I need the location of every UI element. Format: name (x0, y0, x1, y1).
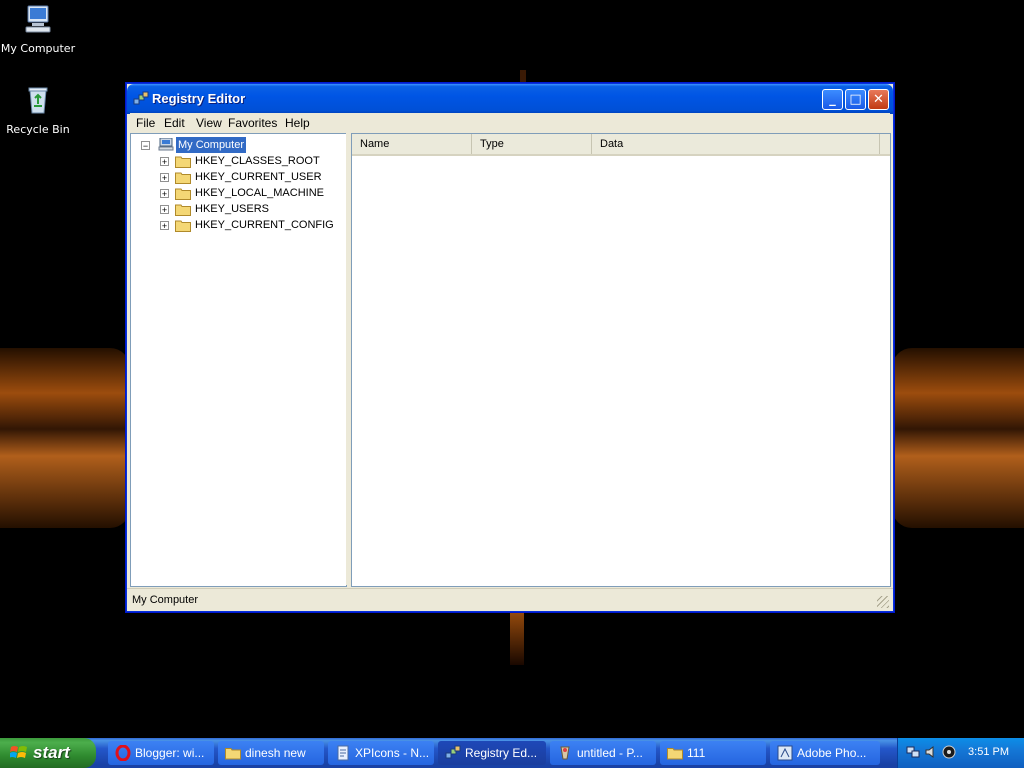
windows-logo-icon (10, 746, 27, 758)
recycle-bin-icon (28, 87, 48, 114)
computer-icon (158, 138, 174, 151)
pane-splitter[interactable] (346, 133, 350, 585)
regedit-icon (133, 91, 149, 105)
wallpaper-glow-left (0, 348, 130, 528)
folder-icon (667, 748, 683, 760)
collapse-toggle[interactable]: − (141, 141, 150, 151)
tree-label-root: My Computer (174, 136, 248, 154)
window-title: Registry Editor (152, 91, 246, 106)
status-text: My Computer (132, 594, 199, 606)
task-label: dinesh new (245, 746, 306, 760)
expand-toggle[interactable]: + (160, 173, 169, 183)
task-111[interactable]: 111 (660, 741, 766, 765)
expand-toggle[interactable]: + (160, 205, 169, 215)
expand-toggle[interactable]: + (160, 157, 169, 167)
folder-icon (175, 172, 191, 184)
volume-icon[interactable] (924, 745, 938, 759)
task-untitled-paint[interactable]: untitled - P... (550, 741, 656, 765)
system-tray: 3:51 PM (897, 738, 1024, 768)
close-button[interactable]: ✕ (868, 89, 889, 110)
expand-toggle[interactable]: + (160, 189, 169, 199)
tree-item-hkey-classes-root[interactable]: + HKEY_CLASSES_ROOT (131, 153, 344, 169)
taskbar: start Blogger: wi... dinesh new XPIcons … (0, 738, 1024, 768)
task-adobe-photoshop[interactable]: Adobe Pho... (770, 741, 880, 765)
registry-editor-window: Registry Editor _ □ ✕ File Edit View Fav… (126, 83, 894, 612)
tree-item-hkey-local-machine[interactable]: + HKEY_LOCAL_MACHINE (131, 185, 344, 201)
regedit-icon (445, 745, 461, 759)
task-dinesh-new[interactable]: dinesh new (218, 741, 324, 765)
column-header-name[interactable]: Name (352, 134, 472, 154)
start-button[interactable]: start (0, 738, 96, 768)
tree-label: HKEY_CURRENT_CONFIG (195, 219, 334, 231)
folder-icon (175, 188, 191, 200)
tree-item-my-computer[interactable]: − My Computer (131, 136, 344, 154)
folder-icon (175, 220, 191, 232)
desktop-icon-label: My Computer (0, 42, 76, 55)
task-xpicons[interactable]: XPIcons - N... (328, 741, 434, 765)
tree-label: HKEY_USERS (195, 203, 269, 215)
menu-edit[interactable]: Edit (164, 116, 185, 130)
desktop-icon-recycle-bin[interactable]: Recycle Bin (0, 84, 76, 136)
expand-toggle[interactable]: + (160, 221, 169, 231)
notepad-icon (337, 745, 349, 761)
tree-item-hkey-users[interactable]: + HKEY_USERS (131, 201, 344, 217)
media-player-icon[interactable] (942, 745, 956, 759)
task-label: Registry Ed... (465, 746, 538, 760)
folder-icon (175, 204, 191, 216)
wallpaper-glow-right (892, 348, 1024, 528)
folder-icon (225, 748, 241, 760)
wallpaper-glow-bottom (510, 610, 524, 665)
column-header-data[interactable]: Data (592, 134, 880, 154)
start-label: start (33, 743, 70, 762)
task-registry-editor[interactable]: Registry Ed... (438, 741, 546, 765)
photoshop-icon (777, 745, 793, 761)
maximize-button[interactable]: □ (845, 89, 866, 110)
desktop-icon-label: Recycle Bin (6, 123, 70, 136)
tree-label: HKEY_CLASSES_ROOT (195, 155, 320, 167)
menu-file[interactable]: File (136, 116, 155, 130)
task-label: Adobe Pho... (797, 746, 867, 760)
menu-favorites[interactable]: Favorites (228, 116, 277, 130)
menu-view[interactable]: View (196, 116, 222, 130)
resize-grip[interactable] (877, 596, 889, 608)
clock[interactable]: 3:51 PM (968, 746, 1009, 758)
list-header: Name Type Data (352, 134, 890, 156)
tree-item-hkey-current-user[interactable]: + HKEY_CURRENT_USER (131, 169, 344, 185)
desktop-icon-my-computer[interactable]: My Computer (0, 3, 76, 55)
values-list[interactable]: Name Type Data (351, 133, 891, 587)
task-label: untitled - P... (577, 746, 643, 760)
my-computer-icon (25, 5, 51, 33)
column-header-type[interactable]: Type (472, 134, 592, 154)
tree-label: HKEY_LOCAL_MACHINE (195, 187, 324, 199)
tree-item-hkey-current-config[interactable]: + HKEY_CURRENT_CONFIG (131, 217, 344, 233)
network-icon[interactable] (906, 745, 920, 759)
task-label: XPIcons - N... (355, 746, 430, 760)
task-blogger[interactable]: Blogger: wi... (108, 741, 214, 765)
wallpaper-detail (520, 70, 526, 84)
title-bar[interactable]: Registry Editor _ □ ✕ (127, 84, 893, 114)
task-label: Blogger: wi... (135, 746, 205, 760)
registry-tree[interactable]: − My Computer + HKEY_CLASSES_ROOT + HKEY… (130, 133, 347, 587)
paint-icon (560, 746, 570, 760)
minimize-button[interactable]: _ (822, 89, 843, 110)
tree-label: HKEY_CURRENT_USER (195, 171, 322, 183)
opera-icon (115, 745, 131, 761)
menu-bar: File Edit View Favorites Help (130, 113, 890, 132)
status-bar: My Computer (127, 588, 893, 611)
folder-icon (175, 156, 191, 168)
task-label: 111 (687, 746, 706, 760)
menu-help[interactable]: Help (285, 116, 310, 130)
